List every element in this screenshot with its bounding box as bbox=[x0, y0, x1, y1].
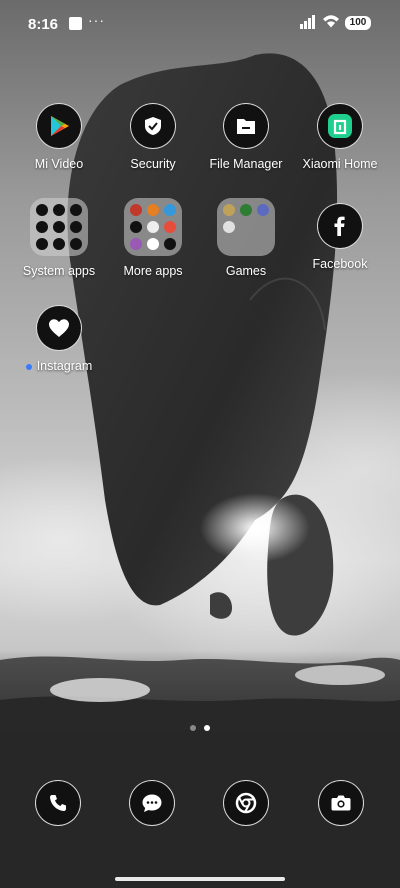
app-xiaomi-home[interactable]: Xiaomi Home bbox=[292, 103, 388, 171]
chrome-icon[interactable] bbox=[223, 780, 269, 826]
xiaomi-home-label: Xiaomi Home bbox=[302, 157, 378, 171]
wifi-icon bbox=[323, 15, 339, 28]
notification-square-icon bbox=[69, 17, 82, 30]
messages-icon[interactable] bbox=[129, 780, 175, 826]
new-app-dot-icon bbox=[25, 363, 32, 370]
more-apps-label: More apps bbox=[123, 264, 183, 278]
mi-video-icon bbox=[36, 103, 82, 149]
facebook-label: Facebook bbox=[312, 257, 368, 271]
system-apps-label: System apps bbox=[22, 264, 96, 278]
app-mi-video[interactable]: Mi Video bbox=[11, 103, 107, 171]
system-apps-folder-icon bbox=[30, 198, 88, 256]
home-gesture-bar[interactable] bbox=[115, 877, 285, 881]
signal-icon bbox=[300, 15, 315, 29]
xiaomi-home-icon bbox=[317, 103, 363, 149]
phone-icon[interactable] bbox=[35, 780, 81, 826]
facebook-icon bbox=[317, 203, 363, 249]
page-dot-1[interactable] bbox=[190, 725, 196, 731]
status-time: 8:16 bbox=[28, 16, 59, 33]
app-facebook[interactable]: Facebook bbox=[292, 203, 388, 271]
games-label: Games bbox=[225, 264, 267, 278]
folder-more-apps[interactable]: More apps bbox=[105, 198, 201, 278]
battery-icon: 100 bbox=[345, 16, 371, 30]
app-security[interactable]: Security bbox=[105, 103, 201, 171]
camera-icon[interactable] bbox=[318, 780, 364, 826]
status-bar: 8:16 ··· 100 bbox=[0, 0, 400, 48]
dock bbox=[0, 780, 400, 828]
mi-video-label: Mi Video bbox=[34, 157, 84, 171]
games-folder-icon bbox=[217, 198, 275, 256]
more-apps-folder-icon bbox=[124, 198, 182, 256]
overflow-notifications-icon: ··· bbox=[88, 12, 105, 28]
instagram-label-text: Instagram bbox=[36, 359, 93, 373]
security-shield-icon bbox=[130, 103, 176, 149]
app-file-manager[interactable]: File Manager bbox=[198, 103, 294, 171]
page-indicator bbox=[0, 718, 400, 736]
folder-games[interactable]: Games bbox=[198, 198, 294, 278]
page-dot-2[interactable] bbox=[204, 725, 210, 731]
file-manager-folder-icon bbox=[223, 103, 269, 149]
instagram-heart-icon bbox=[36, 305, 82, 351]
file-manager-label: File Manager bbox=[209, 157, 283, 171]
security-label: Security bbox=[130, 157, 176, 171]
instagram-label: Instagram bbox=[11, 359, 107, 373]
app-instagram[interactable]: Instagram bbox=[11, 305, 107, 373]
folder-system-apps[interactable]: System apps bbox=[11, 198, 107, 278]
